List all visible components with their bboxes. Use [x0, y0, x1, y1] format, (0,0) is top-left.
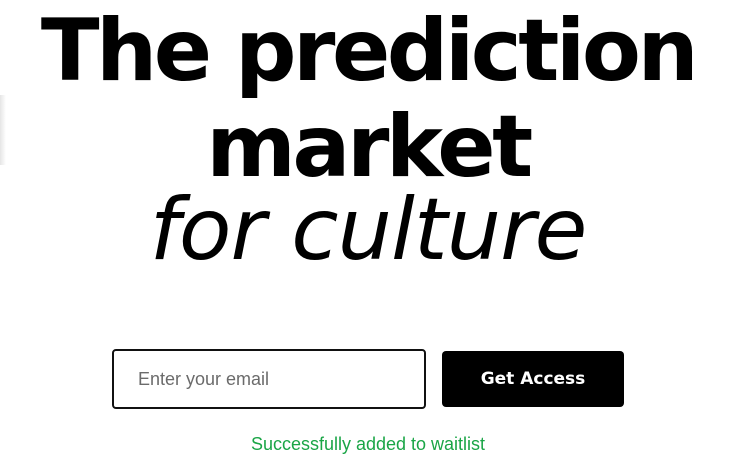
- hero-line-1: The prediction: [40, 1, 699, 101]
- get-access-button[interactable]: Get Access: [442, 351, 624, 407]
- success-message: Successfully added to waitlist: [250, 434, 486, 454]
- hero-line-3: for culture: [149, 180, 588, 280]
- landing-page: The prediction market for culture Get Ac…: [0, 0, 736, 465]
- waitlist-form: Get Access: [112, 349, 624, 409]
- email-input[interactable]: [112, 349, 426, 409]
